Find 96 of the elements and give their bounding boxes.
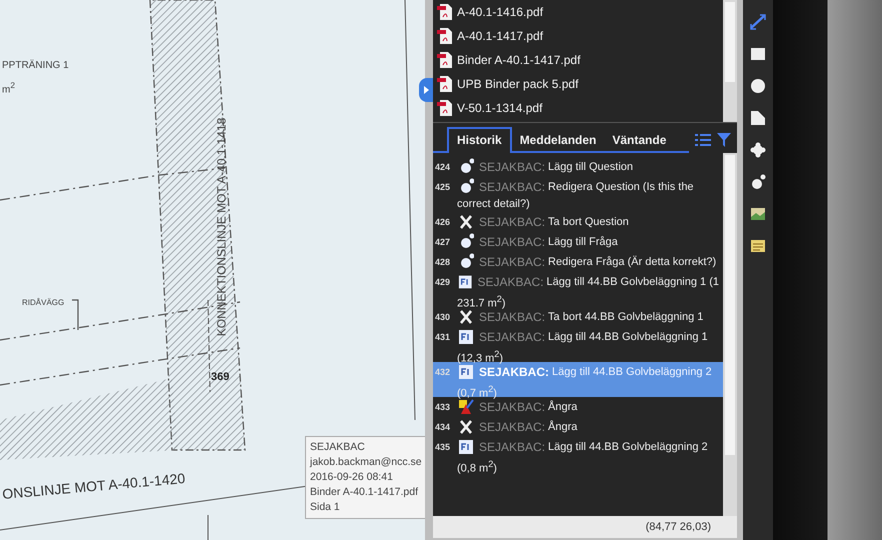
entry-action: Lägg till 44.BB Golvbeläggning 1 xyxy=(548,331,708,343)
entry-number: 434 xyxy=(435,422,452,432)
pdf-file-icon xyxy=(437,51,453,69)
coordinates-readout: (84,77 26,03) xyxy=(646,521,711,533)
entry-action: Redigera Fråga (Är detta korrekt?) xyxy=(548,256,716,268)
history-item[interactable]: 434 SEJAKBAC: Ångra xyxy=(433,417,723,437)
arrow-icon xyxy=(422,85,430,95)
user-name: SEJAKBAC: xyxy=(479,440,546,454)
entry-number: 424 xyxy=(435,162,452,172)
history-item[interactable]: 431 SEJAKBAC: Lägg till 44.BB Golvbeläggning 1 (12,3 m$^{2}$) xyxy=(433,327,723,362)
file-item[interactable]: A-40.1-1416.pdf xyxy=(437,0,723,24)
pdf-file-icon xyxy=(437,3,453,21)
collapse-handle[interactable] xyxy=(419,78,433,102)
image-icon[interactable] xyxy=(750,206,766,222)
x-icon xyxy=(458,418,474,436)
tooltip-line: SEJAKBAC xyxy=(310,440,366,455)
circle-icon[interactable] xyxy=(750,78,766,94)
entry-action: 231.7 m$^{2}$) xyxy=(456,293,507,307)
tooltip-line: Binder A-40.1-1417.pdf xyxy=(310,485,419,500)
entry-number: 435 xyxy=(435,442,452,452)
entry-number: 431 xyxy=(435,332,452,342)
note-icon[interactable] xyxy=(750,238,766,254)
entry-number: 433 xyxy=(435,402,452,412)
user-name: SEJAKBAC: xyxy=(479,255,546,269)
connection-line-label: ONSLINJE MOT A-40.1-1420 xyxy=(2,470,186,502)
entry-action: Ta bort 44.BB Golvbeläggning 1 xyxy=(548,311,704,323)
history-item[interactable]: 429 SEJAKBAC: Lägg till 44.BB Golvbeläggning 1 (1 231.7 m$^{2}$) xyxy=(433,272,723,307)
user-name: SEJAKBAC: xyxy=(479,180,546,194)
user-name: SEJAKBAC: xyxy=(479,215,546,229)
undo-icon xyxy=(458,398,474,416)
x-icon xyxy=(458,213,474,231)
entry-number: 425 xyxy=(435,182,452,192)
connection-line-label: KONNEKTIONSLINJE MOT A-40.1-1418 xyxy=(214,118,228,336)
file-item[interactable]: UPB Binder pack 5.pdf xyxy=(437,72,723,96)
tab[interactable]: Meddelanden xyxy=(512,129,604,151)
polygon-icon[interactable] xyxy=(750,110,766,126)
entry-number: 426 xyxy=(435,217,452,227)
user-name: SEJAKBAC: xyxy=(479,420,546,434)
area-icon xyxy=(458,363,474,381)
entry-number: 432 xyxy=(435,367,452,377)
entry-number: 427 xyxy=(435,237,452,247)
area-icon xyxy=(458,328,474,346)
entry-action: Redigera Question (Is this the xyxy=(548,181,694,193)
entry-number: 428 xyxy=(435,257,452,267)
entry-action: Ångra xyxy=(548,401,578,413)
file-item[interactable]: V-50.1-1314.pdf xyxy=(437,96,723,120)
history-item[interactable]: 424 SEJAKBAC: Lägg till Question xyxy=(433,157,723,177)
entry-action: (12,3 m$^{2}$) xyxy=(456,348,504,362)
pdf-file-icon xyxy=(437,75,453,93)
entry-number: 429 xyxy=(435,277,452,287)
entry-number: 430 xyxy=(435,312,452,322)
tab[interactable]: Väntande xyxy=(604,129,674,151)
file-item[interactable]: A-40.1-1417.pdf xyxy=(437,24,723,48)
ruler-icon[interactable] xyxy=(750,14,766,30)
file-item[interactable]: Binder A-40.1-1417.pdf xyxy=(437,48,723,72)
tooltip-line: Sida 1 xyxy=(310,500,341,515)
entry-action: (0,8 m$^{2}$) xyxy=(456,458,498,472)
user-name: SEJAKBAC: xyxy=(479,310,546,324)
user-name: SEJAKBAC: xyxy=(478,275,544,289)
room-label: PPTRÄNING 1 xyxy=(2,60,69,71)
tooltip-line: 2016-09-26 08:41 xyxy=(310,470,394,485)
filter-icon[interactable] xyxy=(717,133,731,147)
history-item[interactable]: 427 SEJAKBAC: Lägg till Fråga xyxy=(433,232,723,252)
entry-action: Lägg till 44.BB Golvbeläggning 2 xyxy=(552,366,712,378)
list-icon[interactable] xyxy=(695,133,711,147)
area-icon xyxy=(458,273,473,291)
user-name: SEJAKBAC: xyxy=(479,330,546,344)
entry-action: correct detail?) xyxy=(456,197,531,212)
history-item[interactable]: 435 SEJAKBAC: Lägg till 44.BB Golvbeläggning 2 (0,8 m$^{2}$) xyxy=(433,437,723,472)
history-item[interactable]: 428 SEJAKBAC: Redigera Fråga (Är detta korrekt?) xyxy=(433,252,723,272)
user-name: SEJAKBAC: xyxy=(479,160,546,174)
pdf-file-icon xyxy=(437,27,453,45)
pdf-file-icon xyxy=(437,99,453,117)
entry-action: Lägg till Question xyxy=(548,161,634,173)
area-label: m$^{2}$ xyxy=(2,80,15,96)
area-icon xyxy=(458,438,474,456)
entry-action: Ångra xyxy=(548,421,578,433)
user-name: SEJAKBAC: xyxy=(479,365,550,379)
entry-action: Ta bort Question xyxy=(548,216,629,228)
x-icon xyxy=(458,308,474,326)
history-item[interactable]: 426 SEJAKBAC: Ta bort Question xyxy=(433,212,723,232)
entry-action: (0,7 m$^{2}$) xyxy=(456,383,498,397)
entry-action: Lägg till 44.BB Golvbeläggning 2 xyxy=(548,441,708,453)
history-item[interactable]: 430 SEJAKBAC: Ta bort 44.BB Golvbeläggning 1 xyxy=(433,307,723,327)
tab[interactable]: Historik xyxy=(447,127,512,153)
scrollbar[interactable] xyxy=(723,153,737,516)
tooltip-line: jakob.backman@ncc.se xyxy=(310,455,422,470)
history-item[interactable]: 425 SEJAKBAC: Redigera Question (Is this the correct detail?) xyxy=(433,177,723,212)
dimension-label: 369 xyxy=(211,371,230,383)
user-name: SEJAKBAC: xyxy=(479,235,546,249)
entry-action: Lägg till Fråga xyxy=(548,236,618,248)
scrollbar[interactable] xyxy=(723,0,737,122)
rectangle-icon[interactable] xyxy=(750,46,766,62)
entry-action: Lägg till 44.BB Golvbeläggning 1 (1 xyxy=(546,276,719,288)
wall-label: RIDÅVÄGG xyxy=(22,298,64,307)
user-name: SEJAKBAC: xyxy=(479,400,546,414)
